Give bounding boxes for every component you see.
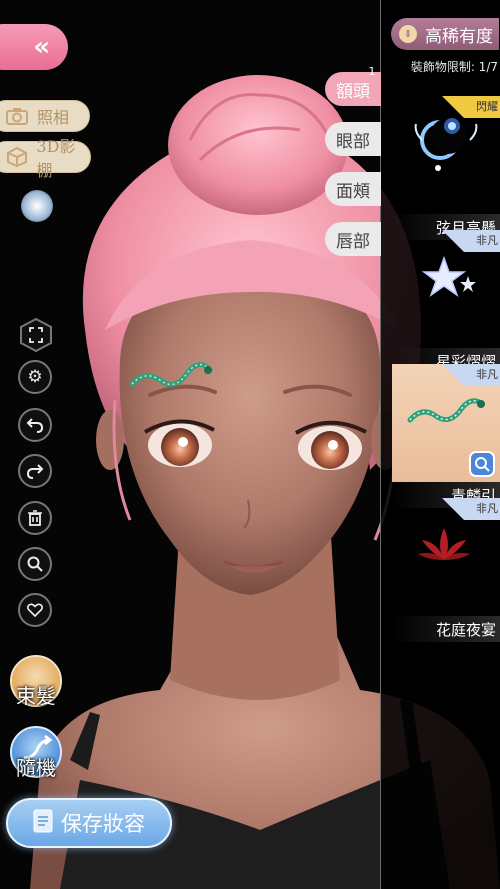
- heart-icon: [27, 603, 43, 617]
- rarity-tag: 閃耀: [442, 96, 500, 118]
- sort-icon: ⇕: [399, 25, 417, 43]
- document-icon: [33, 809, 53, 838]
- filter-orb-icon[interactable]: [21, 190, 53, 222]
- hair-bun-label: 束髮: [16, 684, 56, 708]
- tab-eyes[interactable]: 眼部: [325, 122, 381, 156]
- tab-forehead-badge: 1: [368, 65, 376, 78]
- undo-button[interactable]: [18, 408, 52, 442]
- delete-button[interactable]: [18, 501, 52, 535]
- rarity-tag: 非凡: [442, 364, 500, 386]
- rarity-label: 非凡: [476, 234, 498, 247]
- redo-icon: [26, 464, 44, 479]
- item-name: 花庭夜宴: [392, 616, 500, 642]
- settings-icon: ⚙: [27, 367, 43, 387]
- undo-icon: [26, 418, 44, 433]
- search-icon: [27, 556, 43, 572]
- camera-icon: [5, 105, 29, 127]
- tab-label: 眼部: [336, 131, 370, 152]
- photo-button[interactable]: 照相: [0, 100, 90, 132]
- rarity-label: 非凡: [476, 502, 498, 515]
- fullscreen-icon: [20, 317, 52, 353]
- favorite-button[interactable]: [18, 593, 52, 627]
- save-makeup-button[interactable]: 保存妝容: [6, 798, 172, 848]
- tab-label: 面頰: [336, 181, 370, 202]
- back-button[interactable]: «: [0, 24, 68, 70]
- fullscreen-button[interactable]: [20, 317, 52, 353]
- accessory-limit: 裝飾物限制: 1/7: [410, 60, 498, 74]
- settings-button[interactable]: ⚙: [18, 360, 52, 394]
- rarity-label: 非凡: [476, 368, 498, 381]
- back-arrow-icon: «: [33, 32, 50, 62]
- search-button[interactable]: [18, 547, 52, 581]
- tab-label: 額頭: [336, 81, 370, 102]
- tab-cheek[interactable]: 面頰: [325, 172, 381, 206]
- trash-icon: [28, 510, 42, 526]
- tab-label: 唇部: [336, 231, 370, 252]
- sort-rarity-button[interactable]: ⇕ 高稀有度: [391, 18, 499, 50]
- accessory-item[interactable]: 非凡 花庭夜宴: [392, 498, 500, 668]
- redo-button[interactable]: [18, 454, 52, 488]
- save-makeup-label: 保存妝容: [61, 812, 145, 836]
- sort-label: 高稀有度: [425, 26, 493, 47]
- studio-label: 3D影棚: [36, 137, 76, 180]
- photo-label: 照相: [37, 108, 70, 127]
- cube-icon: [5, 146, 28, 168]
- rarity-tag: 非凡: [442, 498, 500, 520]
- studio-button[interactable]: 3D影棚: [0, 137, 91, 180]
- rarity-tag: 非凡: [442, 230, 500, 252]
- tab-lips[interactable]: 唇部: [325, 222, 381, 256]
- rarity-label: 閃耀: [476, 100, 498, 113]
- random-label: 隨機: [16, 756, 56, 780]
